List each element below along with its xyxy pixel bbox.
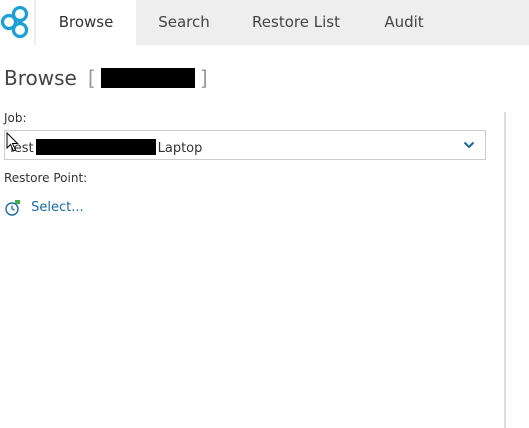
app-logo[interactable] xyxy=(0,0,34,45)
tab-audit[interactable]: Audit xyxy=(360,0,448,45)
mouse-pointer-icon xyxy=(6,132,19,152)
restore-point-select-text[interactable]: Select... xyxy=(31,200,84,215)
job-label: Job: xyxy=(4,111,27,125)
tab-search[interactable]: Search xyxy=(136,0,232,45)
panel-divider xyxy=(504,112,506,428)
page-title: Browse xyxy=(4,66,77,90)
tab-browse[interactable]: Browse xyxy=(36,0,136,45)
cloud-backup-logo-icon xyxy=(0,6,29,38)
job-name-suffix: Laptop xyxy=(157,141,203,156)
title-bracket-open: [ xyxy=(87,66,96,90)
chevron-down-icon[interactable] xyxy=(463,141,475,149)
title-bracket-close: ] xyxy=(199,66,208,90)
restore-point-label: Restore Point: xyxy=(4,171,88,185)
restore-point-select-link[interactable]: Select... xyxy=(4,197,84,217)
tab-restore-list[interactable]: Restore List xyxy=(232,0,360,45)
top-navigation-bar: Browse Search Restore List Audit xyxy=(0,0,529,45)
job-select-value: Test Laptop xyxy=(8,139,202,156)
restore-point-clock-icon xyxy=(5,199,20,216)
redacted-job-name xyxy=(35,139,156,155)
redacted-title-block xyxy=(100,68,195,88)
page-title-row: Browse [ ] xyxy=(4,66,208,92)
job-select[interactable]: Test Laptop xyxy=(4,130,486,160)
